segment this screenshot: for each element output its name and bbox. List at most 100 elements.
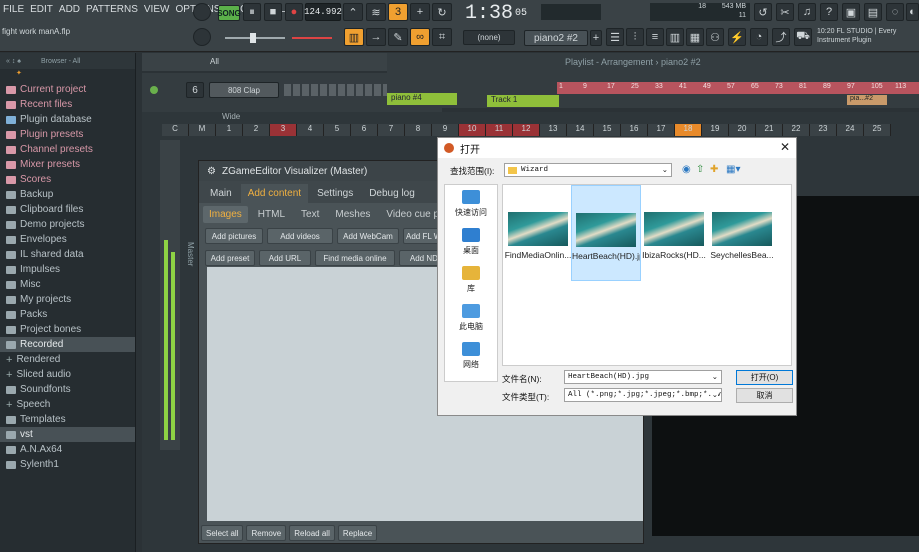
snap-select[interactable]: (none) [463,30,515,45]
view-button[interactable]: ◐ [906,3,919,21]
snap-button[interactable]: ⌗ [432,28,452,46]
blend-notes-button[interactable]: + [410,3,430,21]
master-volume-slider[interactable] [292,37,332,39]
new-folder-icon[interactable]: ✚ [710,164,718,175]
filetype-select[interactable]: All (*.png;*.jpg;*.jpeg;*.bmp;*.svg;*. ⌄ [564,388,722,402]
subtab-text[interactable]: Text [295,206,325,223]
browser-item[interactable]: Envelopes [0,232,135,247]
menu-add[interactable]: ADD [56,4,83,20]
browser-item[interactable]: Templates [0,412,135,427]
view-menu-icon[interactable]: ▦▾ [726,164,740,175]
subtab-html[interactable]: HTML [252,206,291,223]
tempo-display[interactable]: 124.992 [304,3,342,21]
mixer-track-label[interactable]: 21 [756,124,783,136]
mixer-track-label[interactable]: 19 [702,124,729,136]
open-button[interactable]: 打开(O) [736,370,793,385]
mixer-track-label[interactable]: 10 [459,124,486,136]
pattern-song-dial[interactable] [193,3,211,21]
find-media-online-button[interactable]: Find media online [315,250,395,266]
undo-button[interactable]: ↺ [754,3,772,21]
tab-main[interactable]: Main [203,184,239,203]
browser-item[interactable]: Mixer presets [0,157,135,172]
mixer-track-label[interactable]: 11 [486,124,513,136]
mixer-track-label[interactable]: 15 [594,124,621,136]
menu-view[interactable]: VIEW [141,4,173,20]
arrow-tool-button[interactable]: → [366,28,386,46]
mixer-track-label[interactable]: M [189,124,216,136]
mixer-track-label[interactable]: 2 [243,124,270,136]
browser-item[interactable]: Demo projects [0,217,135,232]
mixer-track-label[interactable]: 25 [864,124,891,136]
browser-item[interactable]: vst [0,427,135,442]
loop-record-button[interactable]: ↻ [432,3,452,21]
play-button[interactable]: ⏸ [243,3,261,21]
tab-debug-log[interactable]: Debug log [362,184,422,203]
place-desktop[interactable]: 桌面 [445,223,497,261]
menu-file[interactable]: FILE [0,4,27,20]
channel-rack-button[interactable]: ≡ [646,28,664,46]
gear-icon[interactable]: ⚙ [207,166,216,177]
save-button[interactable]: ▣ [842,3,860,21]
mic-button[interactable]: ♫ [798,3,816,21]
metronome-button[interactable]: ⌃ [343,3,363,21]
file-item[interactable]: HeartBeach(HD).jpg [571,185,641,281]
cut-button[interactable]: ✂ [776,3,794,21]
browser-item[interactable]: Impulses [0,262,135,277]
browser-item[interactable]: Recorded [0,337,135,352]
tempo-tap-button[interactable]: ◔ [750,28,768,46]
channel-name-button[interactable]: 808 Clap [209,82,279,98]
browser-item[interactable]: Plugin database [0,112,135,127]
remove-button[interactable]: Remove [246,525,287,541]
playlist-track-1[interactable]: Track 1 [487,95,559,107]
plugin-picker-button[interactable]: ⚇ [706,28,724,46]
add-url-button[interactable]: Add URL [259,250,311,266]
browser-item[interactable]: My projects [0,292,135,307]
record-button[interactable]: ● [285,3,303,21]
file-item[interactable]: SeychellesBea... [707,185,777,265]
mixer-track-label[interactable]: 3 [270,124,297,136]
browser-item[interactable]: Channel presets [0,142,135,157]
piano-roll-view-button[interactable]: ▥ [666,28,684,46]
add-pictures-button[interactable]: Add pictures [205,228,263,244]
replace-button[interactable]: Replace [337,525,378,541]
piano-roll-button[interactable]: ▥ [344,28,364,46]
browser-item[interactable]: Backup [0,187,135,202]
browser-item[interactable]: Scores [0,172,135,187]
mixer-track-label[interactable]: 16 [621,124,648,136]
mixer-track-label[interactable]: 6 [351,124,378,136]
plug-button[interactable]: ⚡ [728,28,746,46]
tab-add-content[interactable]: Add content [240,184,309,203]
select-all-button[interactable]: Select all [201,525,244,541]
magnet-button[interactable]: ∞ [410,28,430,46]
file-item[interactable]: FindMediaOnlin... [503,185,573,265]
channel-filter[interactable]: All [210,57,219,66]
stop-button[interactable]: ■ [264,3,282,21]
song-mode-button[interactable]: SONG [217,5,241,21]
browser-item[interactable]: Recent files [0,97,135,112]
place-this-pc[interactable]: 此电脑 [445,299,497,337]
subtab-meshes[interactable]: Meshes [329,206,376,223]
mixer-track-label[interactable]: 14 [567,124,594,136]
subtab-images[interactable]: Images [203,205,248,223]
mixer-track-label[interactable]: 18 [675,124,702,136]
browser-item[interactable]: + Rendered [0,352,135,367]
browser-item[interactable]: + Sliced audio [0,367,135,382]
browser-item[interactable]: Soundfonts [0,382,135,397]
browser-item[interactable]: + Speech [0,397,135,412]
mixer-track-label[interactable]: 20 [729,124,756,136]
add-webcam-button[interactable]: Add WebCam [337,228,399,244]
menu-edit[interactable]: EDIT [27,4,56,20]
mixer-track-label[interactable]: 7 [378,124,405,136]
filename-input[interactable]: HeartBeach(HD).jpg ⌄ [564,370,722,384]
shop-button[interactable]: ⛟ [794,28,812,46]
browser-item[interactable]: Packs [0,307,135,322]
channel-mute-led[interactable] [150,86,158,94]
mixer-track-label[interactable]: 17 [648,124,675,136]
mixer-track-label[interactable]: 13 [540,124,567,136]
playlist-button[interactable]: ☰ [606,28,624,46]
draw-tool-button[interactable]: ✎ [388,28,408,46]
mixer-track-label[interactable]: 4 [297,124,324,136]
place-library[interactable]: 库 [445,261,497,299]
browser-item[interactable]: Current project [0,82,135,97]
browser-item[interactable]: A.N.Ax64 [0,442,135,457]
